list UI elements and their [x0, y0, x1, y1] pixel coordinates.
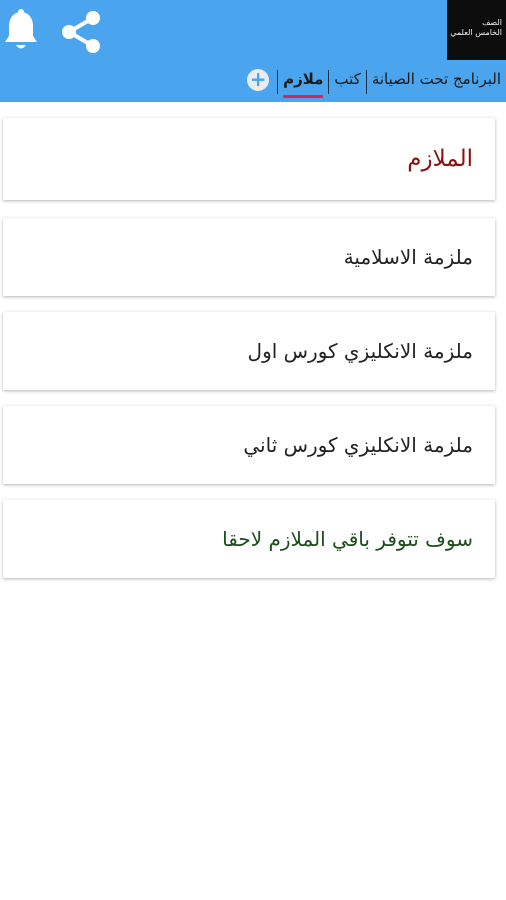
list-item[interactable]: ملزمة الانكليزي كورس اول: [3, 312, 495, 390]
list-item-label: ملزمة الاسلامية: [343, 245, 473, 269]
app-logo: الصف الخامس العلمي: [447, 0, 506, 60]
availability-note-card: سوف تتوفر باقي الملازم لاحقا: [3, 500, 495, 578]
tab-booklets[interactable]: ملازم: [278, 64, 328, 100]
tab-maintenance[interactable]: البرنامج تحت الصيانة: [367, 64, 506, 100]
availability-note: سوف تتوفر باقي الملازم لاحقا: [222, 527, 473, 551]
app-bar: الصف الخامس العلمي البرنامج تحت الصيانة …: [0, 0, 506, 102]
booklet-list: الملازم ملزمة الاسلامية ملزمة الانكليزي …: [3, 118, 495, 594]
list-item[interactable]: ملزمة الاسلامية: [3, 218, 495, 296]
bell-icon[interactable]: [2, 8, 40, 54]
list-item-label: ملزمة الانكليزي كورس ثاني: [243, 433, 473, 457]
section-title: الملازم: [407, 146, 473, 172]
list-item[interactable]: ملزمة الانكليزي كورس ثاني: [3, 406, 495, 484]
logo-line-1: الصف: [482, 18, 502, 27]
list-item-label: ملزمة الانكليزي كورس اول: [247, 339, 473, 363]
tab-books[interactable]: كتب: [329, 64, 365, 100]
tab-bar: البرنامج تحت الصيانة كتب ملازم +: [242, 64, 506, 100]
share-icon[interactable]: [58, 8, 104, 56]
logo-line-2: الخامس العلمي: [450, 28, 502, 37]
plus-circle-icon[interactable]: +: [247, 69, 270, 91]
section-title-card: الملازم: [3, 118, 495, 200]
